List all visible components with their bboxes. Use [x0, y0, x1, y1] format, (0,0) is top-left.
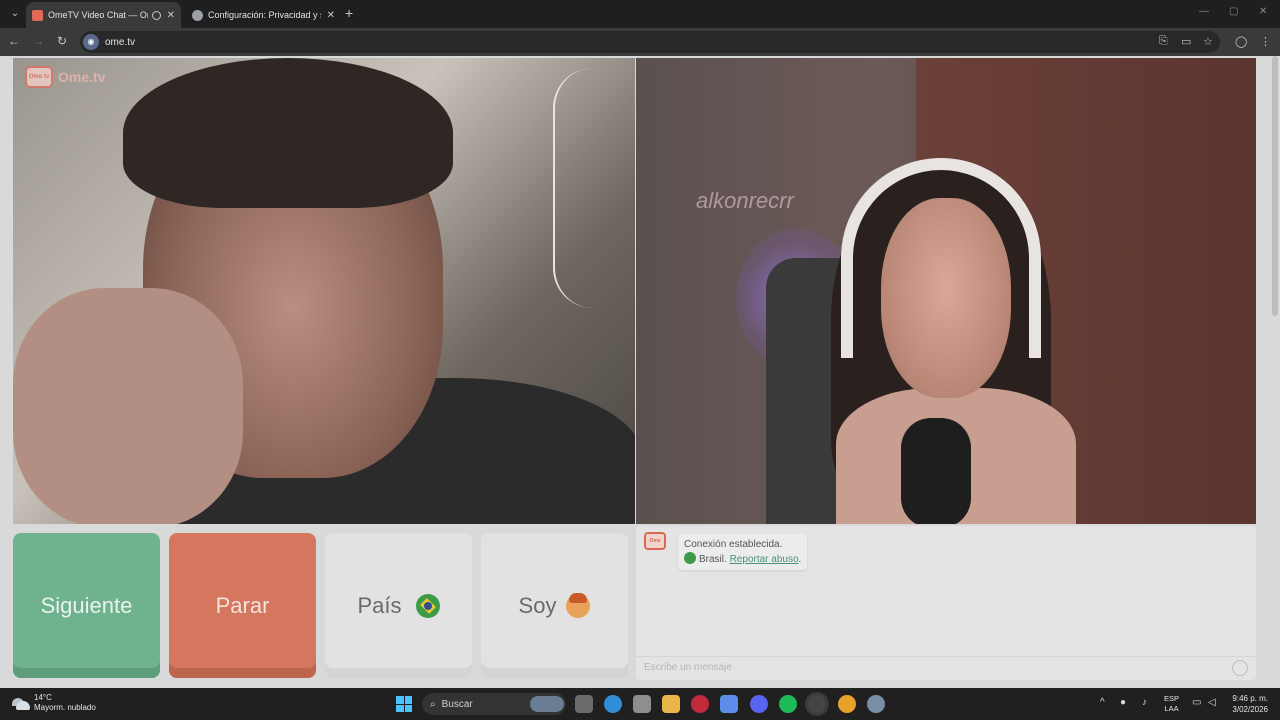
partner-country: Brasil. Reportar abuso. [684, 552, 801, 567]
edge-icon[interactable] [604, 695, 622, 713]
tab-settings[interactable]: Configuración: Privacidad y seg ✕ [186, 2, 341, 28]
country-button[interactable]: País [325, 533, 472, 678]
windows-taskbar: 14°C Mayorm. nublado ⌕ Buscar ^ ● ♪ ESP … [0, 688, 1280, 720]
microphone-icon[interactable]: ♪ [1142, 697, 1147, 708]
language-indicator[interactable]: ESP LAA [1164, 694, 1179, 714]
video-person-hair [123, 58, 453, 208]
close-window-icon[interactable]: ✕ [1259, 6, 1267, 17]
site-info-icon[interactable]: ◉ [83, 34, 99, 50]
weather-widget[interactable]: 14°C Mayorm. nublado [10, 693, 96, 713]
temperature: 14°C [34, 693, 52, 702]
tab-close-icon[interactable]: ✕ [167, 10, 175, 21]
tab-ometv[interactable]: OmeTV Video Chat — Ome ✕ [26, 2, 181, 28]
copilot-icon[interactable] [720, 695, 738, 713]
gear-icon [192, 9, 203, 21]
opera-icon[interactable] [691, 695, 709, 713]
next-button-label: Siguiente [40, 592, 133, 618]
video-background-cable [553, 68, 633, 308]
connection-status: Conexión establecida. [684, 539, 783, 550]
chat-panel: Ome Conexión establecida. Brasil. Report… [636, 526, 1256, 680]
tab-title: Configuración: Privacidad y seg [208, 10, 321, 20]
stop-button-label: Parar [215, 592, 270, 618]
ometv-page: Ome tv Ome.tv alkonrecrr Siguiente Parar… [0, 56, 1280, 688]
bookmark-star-icon[interactable]: ☆ [1203, 35, 1213, 48]
remote-video: Ome tv Ome.tv [13, 58, 635, 524]
emoji-icon[interactable] [1232, 660, 1248, 676]
message-input[interactable]: Escribe un mensaje [636, 656, 1256, 680]
video-person-hand [13, 288, 243, 524]
logo-text: Ome.tv [58, 69, 106, 85]
tray-overflow-chevron-icon[interactable]: ^ [1100, 697, 1105, 708]
task-view-icon[interactable] [575, 695, 593, 713]
gender-button-label: Soy [518, 592, 557, 618]
translate-icon[interactable]: ⎘ [1159, 35, 1168, 48]
brazil-flag-icon [684, 552, 696, 564]
video-headphones [841, 158, 1041, 358]
windows-start-icon[interactable] [396, 696, 412, 712]
settings-gear-icon[interactable] [867, 695, 885, 713]
search-highlight-icon [530, 696, 564, 712]
country-button-label: País [357, 592, 402, 618]
taskbar-clock[interactable]: 9:46 p. m. 3/02/2026 [1226, 693, 1268, 715]
spotify-icon[interactable] [779, 695, 797, 713]
ometv-logo: Ome tv Ome.tv [25, 66, 105, 88]
browser-tab-strip: ⌄ OmeTV Video Chat — Ome ✕ Configuración… [0, 0, 1280, 28]
boy-avatar-icon [566, 592, 591, 618]
back-arrow-icon[interactable]: ← [6, 34, 22, 48]
report-abuse-link[interactable]: Reportar abuso [730, 554, 799, 565]
browser-toolbar: ← → ↻ ◉ ome.tv ⎘ ▭ ☆ ◯ ⋮ [0, 28, 1280, 56]
clock-date: 3/02/2026 [1232, 705, 1268, 714]
recording-indicator-icon [151, 10, 161, 20]
file-explorer-icon[interactable] [662, 695, 680, 713]
language-secondary: LAA [1164, 704, 1179, 713]
weather-description: Mayorm. nublado [34, 703, 96, 712]
cast-icon[interactable]: ▭ [1181, 35, 1191, 48]
cloudy-weather-icon [10, 695, 30, 711]
network-icon[interactable]: ▭ [1192, 697, 1201, 708]
page-scrollbar[interactable] [1272, 56, 1278, 316]
reload-icon[interactable]: ↻ [54, 34, 70, 48]
forward-arrow-icon[interactable]: → [30, 34, 46, 48]
chrome-icon[interactable] [838, 695, 856, 713]
clock-time: 9:46 p. m. [1232, 694, 1268, 703]
language-primary: ESP [1164, 694, 1180, 703]
new-tab-button[interactable]: + [345, 5, 353, 21]
address-bar[interactable]: ◉ ome.tv [80, 31, 1220, 53]
country-name: Brasil. [699, 554, 727, 565]
tv-icon: Ome tv [25, 66, 53, 88]
minimize-icon[interactable]: — [1199, 6, 1209, 17]
profile-icon[interactable]: ◯ [1235, 35, 1247, 48]
menu-dots-icon[interactable]: ⋮ [1260, 35, 1271, 48]
url-text: ome.tv [105, 36, 136, 48]
tab-title: OmeTV Video Chat — Ome [48, 10, 148, 20]
gender-button[interactable]: Soy [481, 533, 628, 678]
obs-icon[interactable] [808, 695, 826, 713]
volume-icon[interactable]: ◁ [1208, 697, 1216, 708]
taskbar-search[interactable]: ⌕ Buscar [422, 693, 566, 715]
ometv-favicon-icon [32, 9, 43, 21]
neon-sign: alkonrecrr [696, 188, 794, 213]
local-video: alkonrecrr [636, 58, 1256, 524]
discord-icon[interactable] [750, 695, 768, 713]
tab-search-chevron-icon[interactable]: ⌄ [6, 5, 24, 23]
tray-app-icon[interactable]: ● [1120, 697, 1126, 708]
system-message: Conexión establecida. Brasil. Reportar a… [678, 534, 808, 570]
restore-icon[interactable]: ▢ [1229, 6, 1238, 17]
search-icon: ⌕ [430, 698, 436, 710]
ometv-chat-logo-icon: Ome [644, 532, 666, 550]
stop-button[interactable]: Parar [169, 533, 316, 678]
video-microphone [901, 418, 971, 524]
brazil-flag-icon [415, 593, 440, 618]
search-label: Buscar [441, 698, 473, 710]
tab-close-icon[interactable]: ✕ [327, 10, 335, 21]
store-icon[interactable] [633, 695, 651, 713]
next-button[interactable]: Siguiente [13, 533, 160, 678]
